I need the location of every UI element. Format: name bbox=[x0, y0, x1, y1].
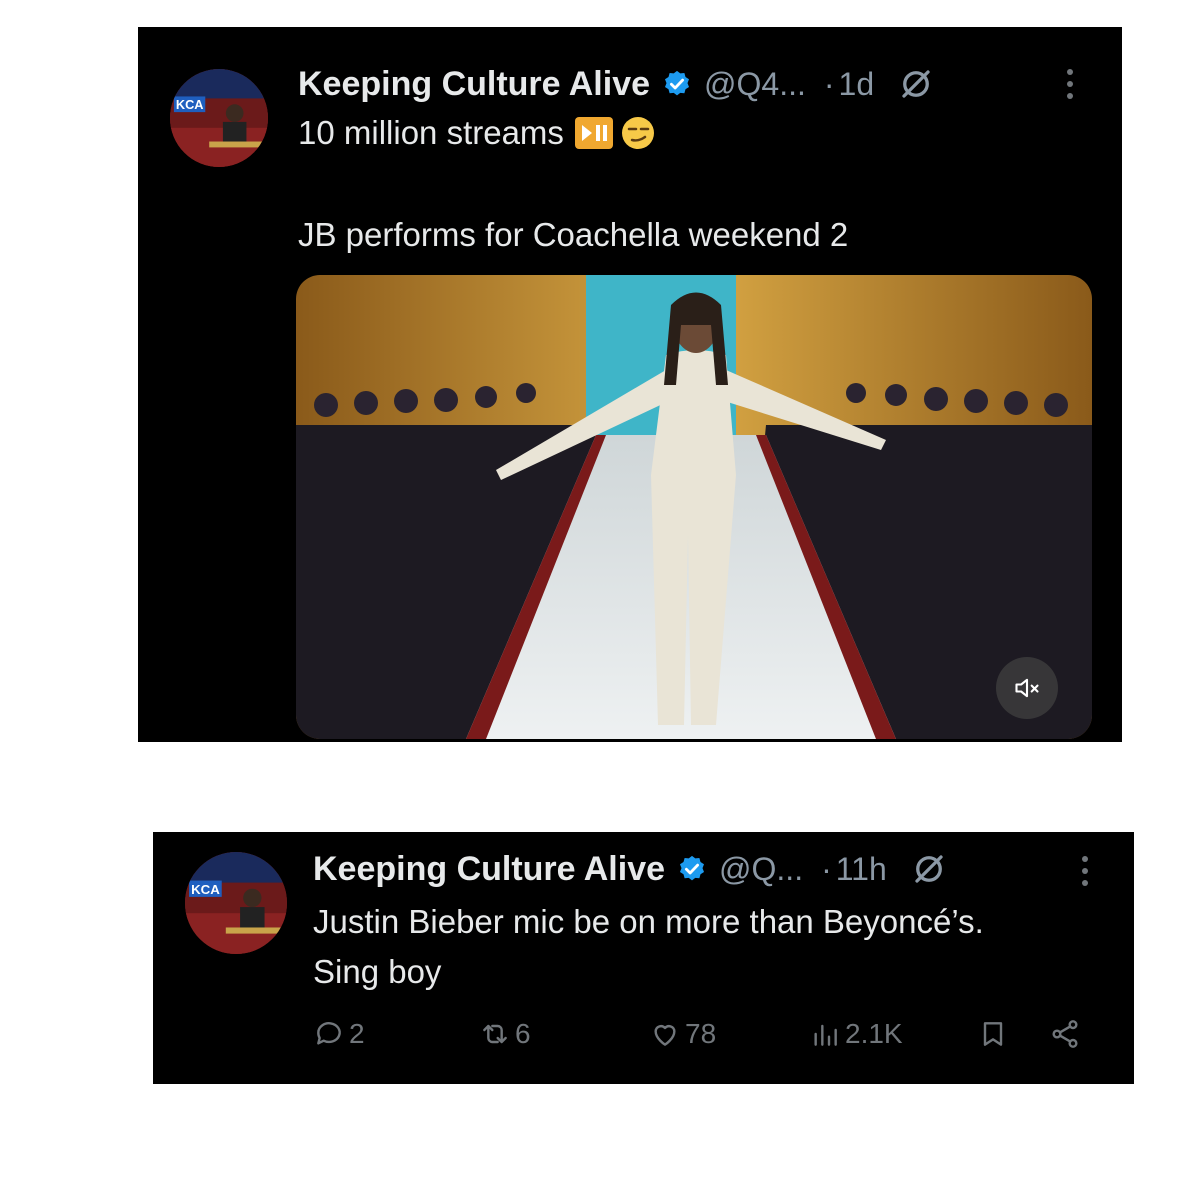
heart-icon bbox=[654, 1025, 676, 1046]
repost-icon bbox=[483, 1024, 507, 1044]
avatar-image: KCA bbox=[185, 852, 287, 954]
verified-badge-icon bbox=[680, 855, 705, 881]
share-icon bbox=[1052, 1020, 1078, 1048]
bookmark-icon bbox=[983, 1022, 1003, 1046]
smirk-face-emoji-icon bbox=[621, 117, 654, 149]
separator-dot: · bbox=[821, 850, 832, 887]
tweet-header: Keeping Culture Alive @Q4... · 1d bbox=[298, 59, 934, 109]
video-player[interactable] bbox=[296, 275, 1092, 739]
repost-button[interactable]: 6 bbox=[479, 1018, 531, 1050]
tweet-header: Keeping Culture Alive @Q... · 11h bbox=[313, 844, 947, 894]
play-pause-emoji-icon bbox=[574, 117, 613, 149]
grok-icon[interactable] bbox=[898, 66, 934, 102]
tweet-card[interactable]: KCA Keeping Culture Alive @Q4... · 1d 10… bbox=[138, 27, 1122, 742]
share-button[interactable] bbox=[1049, 1018, 1081, 1050]
mute-toggle-button[interactable] bbox=[996, 657, 1058, 719]
tweet-text: Justin Bieber mic be on more than Beyonc… bbox=[313, 903, 984, 940]
reply-count: 2 bbox=[349, 1018, 365, 1049]
view-count: 2.1K bbox=[845, 1018, 903, 1049]
verified-badge-icon bbox=[665, 70, 690, 96]
tweet-text: 10 million streams bbox=[298, 114, 564, 151]
avatar[interactable]: KCA bbox=[185, 852, 287, 954]
repost-count: 6 bbox=[515, 1018, 531, 1049]
more-options-icon[interactable] bbox=[1066, 67, 1074, 101]
avatar-image: KCA bbox=[170, 69, 268, 167]
author-name[interactable]: Keeping Culture Alive bbox=[298, 65, 650, 104]
author-handle[interactable]: @Q4... bbox=[704, 66, 806, 103]
separator-dot: · bbox=[823, 65, 835, 102]
action-bar: 2 6 78 2.1K bbox=[313, 1018, 1093, 1058]
avatar-text: KCA bbox=[176, 97, 204, 112]
video-thumbnail bbox=[296, 275, 1092, 739]
tweet-text: Sing boy bbox=[313, 953, 442, 990]
timestamp[interactable]: 1d bbox=[839, 66, 875, 103]
like-button[interactable]: 78 bbox=[649, 1018, 716, 1050]
tweet-text: JB performs for Coachella weekend 2 bbox=[298, 216, 849, 253]
views-button[interactable]: 2.1K bbox=[809, 1018, 903, 1050]
timestamp[interactable]: 11h bbox=[836, 851, 887, 888]
tweet-text-line: 10 million streams bbox=[298, 107, 656, 159]
author-handle[interactable]: @Q... bbox=[719, 851, 803, 888]
volume-muted-icon bbox=[1015, 678, 1039, 698]
author-name[interactable]: Keeping Culture Alive bbox=[313, 850, 665, 889]
reply-icon bbox=[317, 1022, 341, 1045]
like-count: 78 bbox=[685, 1018, 717, 1049]
tweet-card[interactable]: KCA Keeping Culture Alive @Q... · 11h Ju… bbox=[153, 832, 1134, 1084]
avatar[interactable]: KCA bbox=[170, 69, 268, 167]
more-options-icon[interactable] bbox=[1081, 854, 1089, 888]
reply-button[interactable]: 2 bbox=[313, 1018, 365, 1050]
bookmark-button[interactable] bbox=[977, 1018, 1009, 1050]
views-chart-icon bbox=[814, 1024, 837, 1046]
grok-icon[interactable] bbox=[911, 851, 947, 887]
avatar-text: KCA bbox=[191, 882, 220, 897]
